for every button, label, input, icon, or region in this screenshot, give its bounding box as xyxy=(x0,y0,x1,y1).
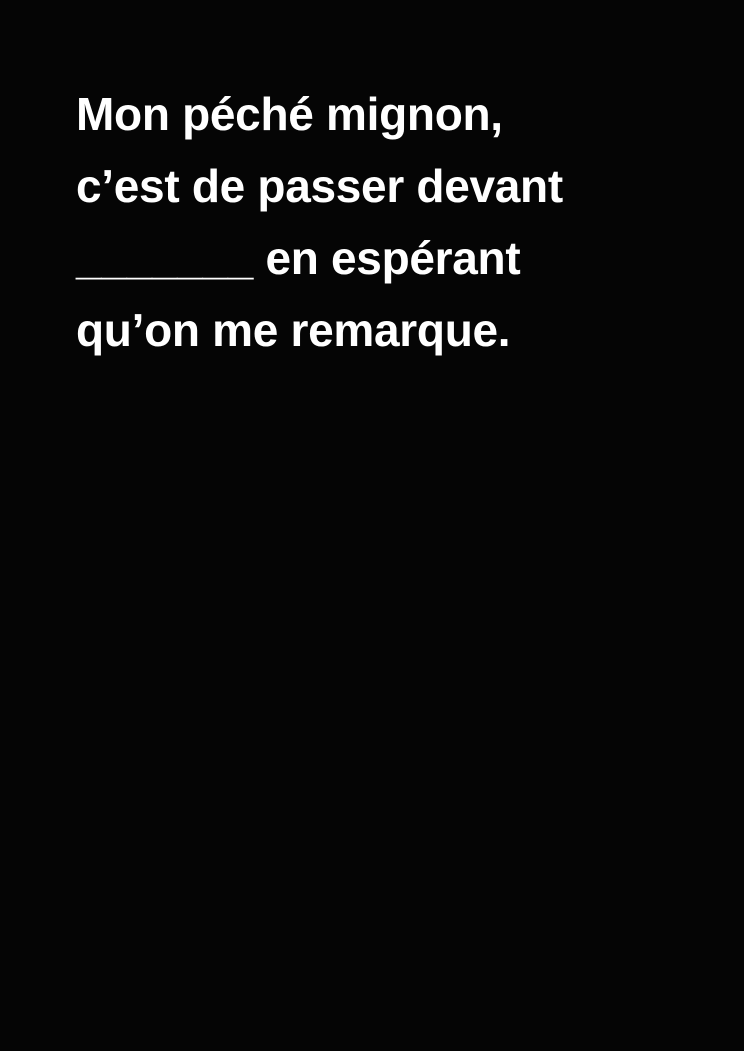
card-prompt-line-4: qu’on me remarque. xyxy=(76,304,511,356)
card-prompt-line-2: c’est de passer devant xyxy=(76,160,563,212)
card-prompt-text: Mon péché mignon, c’est de passer devant… xyxy=(76,78,716,366)
card-prompt-line-3: _______ en espérant xyxy=(76,232,521,284)
card-prompt-line-1: Mon péché mignon, xyxy=(76,88,503,140)
black-question-card: Mon péché mignon, c’est de passer devant… xyxy=(0,0,744,1051)
